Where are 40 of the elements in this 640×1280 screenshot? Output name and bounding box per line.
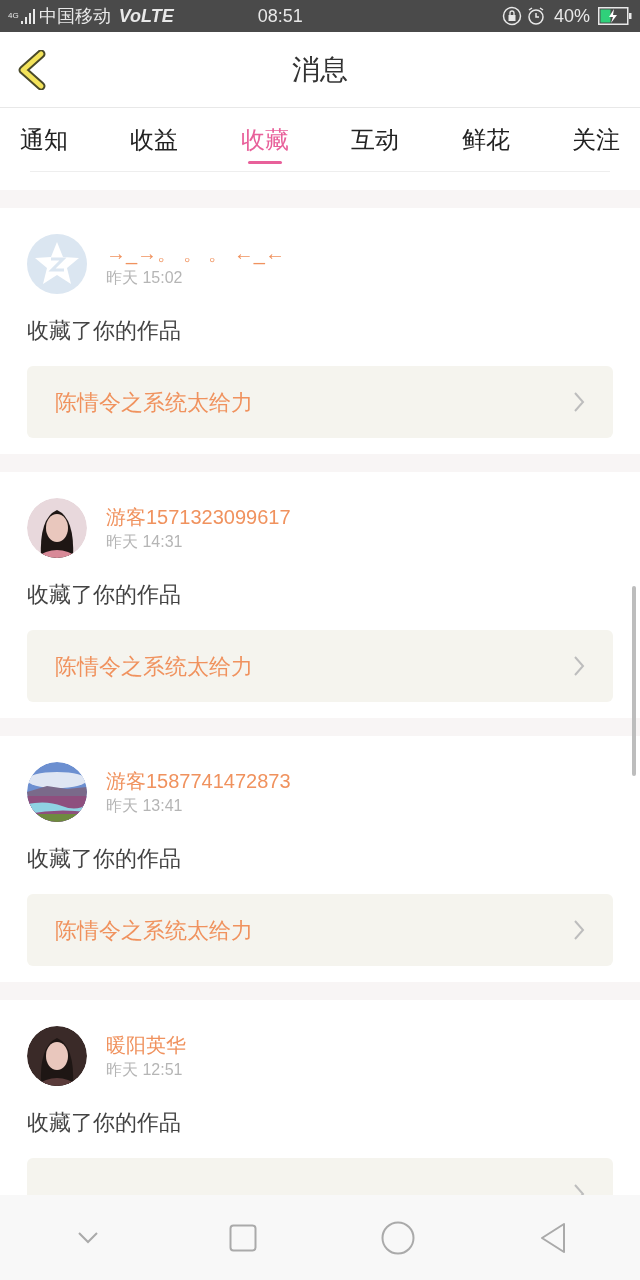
clock-label: 08:51: [257, 4, 303, 28]
work-link[interactable]: 陈情令之系统太给力: [27, 630, 613, 702]
message-text: 收藏了你的作品: [27, 845, 182, 873]
signal-icon: [20, 8, 35, 24]
work-link[interactable]: 陈情令之系统太给力: [27, 894, 613, 966]
user-name[interactable]: 暖阳英华: [106, 1031, 186, 1059]
user-name[interactable]: 游客1587741472873: [106, 767, 291, 795]
triangle-left-icon: [538, 1221, 567, 1254]
tab[interactable]: 收藏: [240, 107, 289, 172]
message-time: 昨天 15:02: [106, 268, 184, 288]
tab[interactable]: 通知: [20, 107, 68, 172]
chevron-down-icon: [76, 1230, 99, 1245]
message-text: 收藏了你的作品: [27, 581, 182, 609]
tab[interactable]: 收益: [130, 107, 179, 172]
user-name[interactable]: →_→。 。 。 ←_←: [106, 239, 285, 267]
default-avatar-icon: [27, 234, 87, 294]
back-button[interactable]: [16, 50, 48, 90]
volte-label: VoLTE: [118, 4, 174, 28]
message-time: 昨天 14:31: [106, 532, 184, 552]
alarm-icon: [525, 6, 546, 26]
tab[interactable]: 互动: [351, 107, 400, 172]
tab[interactable]: 关注: [571, 107, 620, 172]
network-label: 4G: [8, 12, 19, 20]
page-title: 消息: [292, 52, 348, 87]
battery-label: 40%: [553, 4, 590, 28]
carrier-label: 中国移动: [38, 4, 111, 28]
message-text: 收藏了你的作品: [27, 317, 182, 345]
tab[interactable]: 鲜花: [461, 107, 510, 172]
message-text: 收藏了你的作品: [27, 1109, 182, 1137]
square-icon: [228, 1223, 257, 1252]
circle-icon: [380, 1220, 415, 1255]
rotation-lock-icon: [501, 6, 522, 26]
user-name[interactable]: 游客1571323099617: [106, 503, 291, 531]
tab-indicator: [247, 160, 282, 164]
chevron-right-icon: [573, 919, 585, 941]
message-time: 昨天 12:51: [106, 1060, 184, 1080]
chevron-right-icon: [573, 391, 585, 413]
work-link[interactable]: 陈情令之系统太给力: [27, 366, 613, 438]
chevron-right-icon: [573, 655, 585, 677]
message-time: 昨天 13:41: [106, 796, 184, 816]
